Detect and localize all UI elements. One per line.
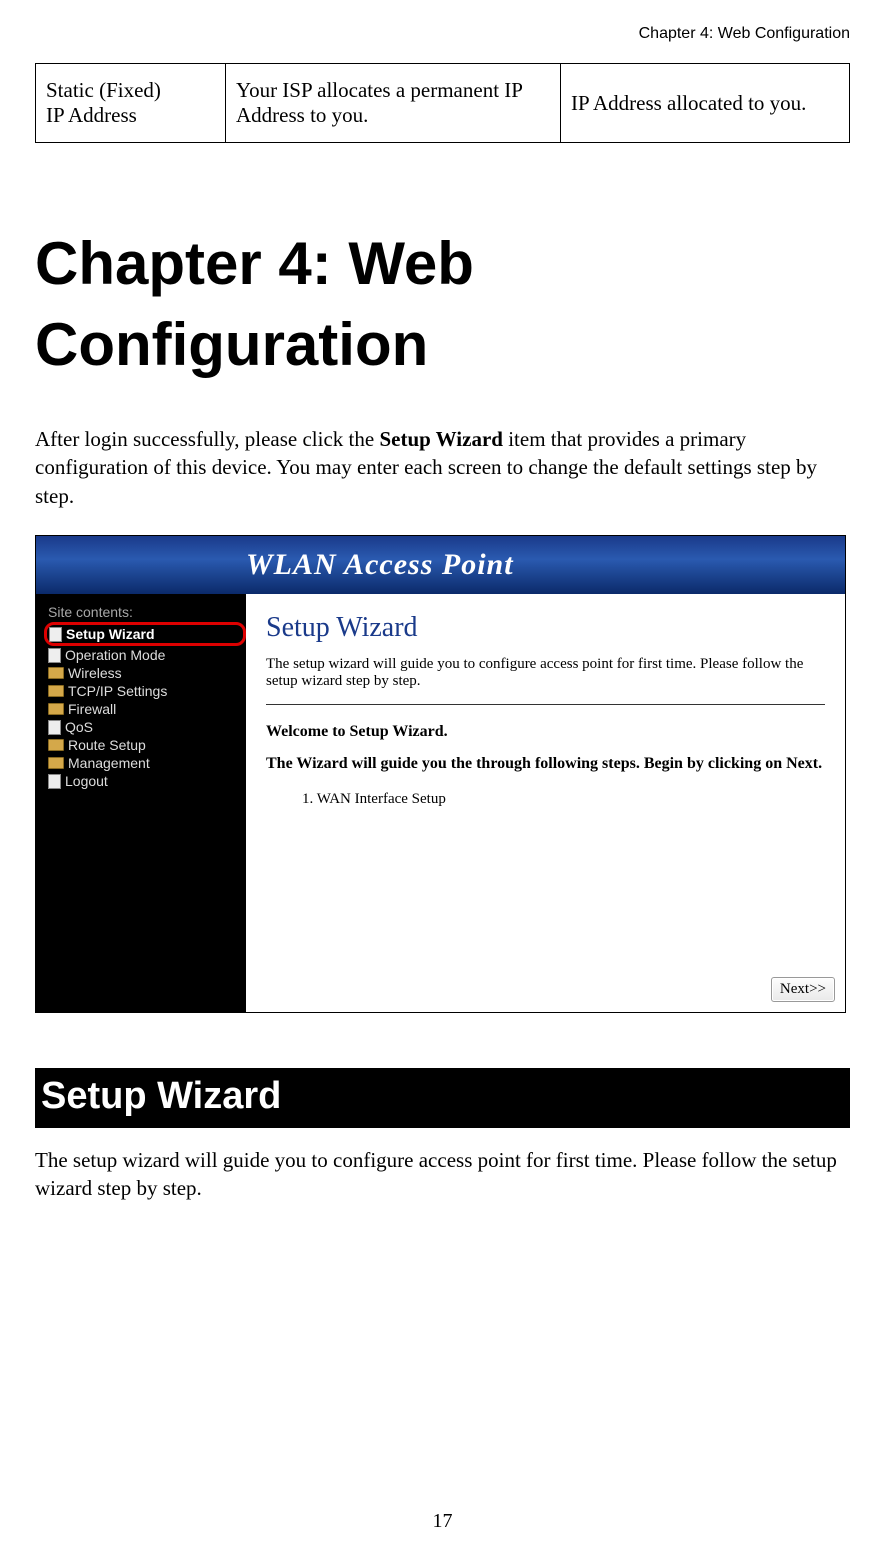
setup-wizard-title: Setup Wizard [266,612,825,644]
wlan-banner: WLAN Access Point [36,536,845,594]
divider [266,704,825,705]
folder-icon [48,757,64,769]
page-icon [48,648,61,663]
sidebar-item-label: Logout [65,773,108,789]
sidebar-item-label: Route Setup [68,737,146,753]
sidebar-item-label: QoS [65,719,93,735]
sidebar: Site contents: Setup Wizard Operation Mo… [36,594,246,1012]
guide-text: The Wizard will guide you the through fo… [266,755,825,773]
cell-text: Static (Fixed) [46,78,161,102]
sidebar-item-wireless[interactable]: Wireless [48,664,246,682]
page-icon [48,720,61,735]
folder-icon [48,667,64,679]
setup-wizard-desc: The setup wizard will guide you to confi… [266,656,825,690]
sidebar-item-setup-wizard[interactable]: Setup Wizard [44,622,246,646]
table-cell: Your ISP allocates a permanent IP Addres… [226,64,561,143]
step-1: 1. WAN Interface Setup [266,791,825,808]
intro-text: After login successfully, please click t… [35,427,379,451]
sidebar-item-label: TCP/IP Settings [68,683,167,699]
next-button[interactable]: Next>> [771,977,835,1002]
ip-address-table: Static (Fixed) IP Address Your ISP alloc… [35,63,850,143]
sidebar-item-management[interactable]: Management [48,754,246,772]
running-head: Chapter 4: Web Configuration [35,0,850,63]
table-cell: IP Address allocated to you. [561,64,850,143]
page-icon [48,774,61,789]
intro-bold: Setup Wizard [379,427,503,451]
sidebar-item-firewall[interactable]: Firewall [48,700,246,718]
sidebar-item-label: Management [68,755,150,771]
sidebar-item-operation-mode[interactable]: Operation Mode [48,646,246,664]
folder-icon [48,703,64,715]
section-paragraph: The setup wizard will guide you to confi… [35,1146,850,1203]
banner-text: WLAN Access Point [246,548,514,582]
sidebar-item-label: Setup Wizard [66,626,155,642]
sidebar-item-tcpip[interactable]: TCP/IP Settings [48,682,246,700]
sidebar-title: Site contents: [48,604,246,620]
sidebar-item-label: Operation Mode [65,647,165,663]
folder-icon [48,685,64,697]
table-row: Static (Fixed) IP Address Your ISP alloc… [36,64,850,143]
section-banner: Setup Wizard [35,1068,850,1128]
folder-icon [48,739,64,751]
cell-text: IP Address [46,103,137,127]
embedded-screenshot: WLAN Access Point Site contents: Setup W… [35,535,846,1013]
sidebar-item-route[interactable]: Route Setup [48,736,246,754]
content-panel: Setup Wizard The setup wizard will guide… [246,594,845,1012]
intro-paragraph: After login successfully, please click t… [35,425,850,510]
page-icon [49,627,62,642]
chapter-title: Chapter 4: Web Configuration [35,223,850,385]
sidebar-item-label: Firewall [68,701,116,717]
sidebar-item-qos[interactable]: QoS [48,718,246,736]
welcome-text: Welcome to Setup Wizard. [266,723,825,741]
table-cell: Static (Fixed) IP Address [36,64,226,143]
sidebar-item-label: Wireless [68,665,122,681]
sidebar-item-logout[interactable]: Logout [48,772,246,790]
page-number: 17 [0,1510,885,1533]
